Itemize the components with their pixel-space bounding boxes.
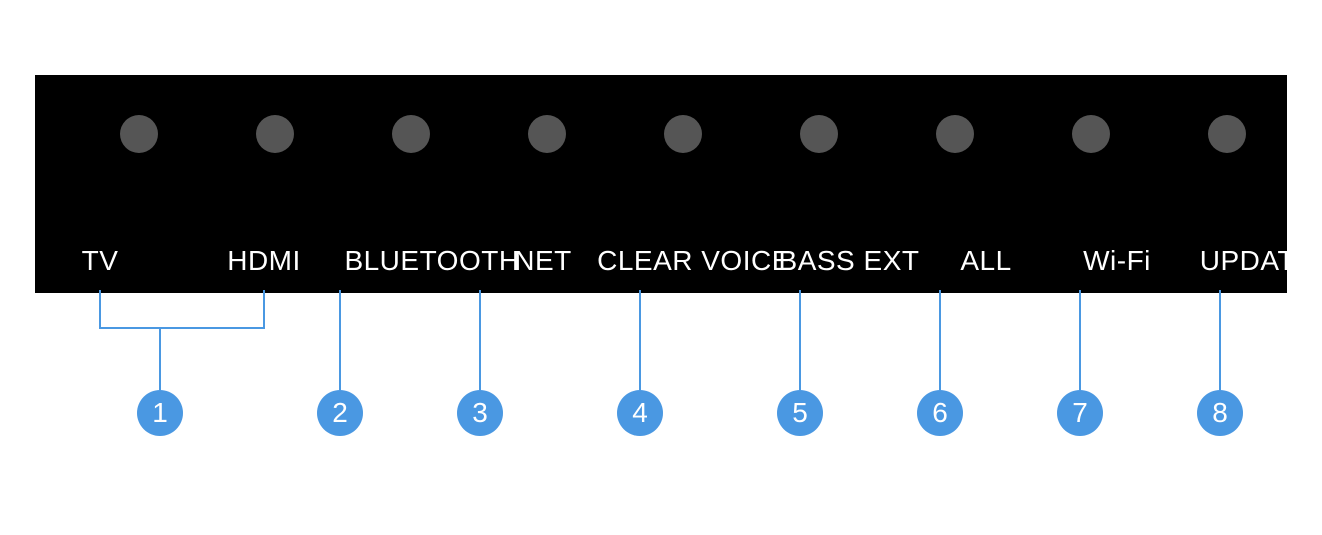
indicator-label: BASS EXT	[779, 245, 920, 277]
callout-badge: 7	[1057, 390, 1103, 436]
led-indicator	[256, 115, 294, 153]
led-indicator	[664, 115, 702, 153]
led-indicator	[120, 115, 158, 153]
indicator-label: ALL	[960, 245, 1011, 277]
led-indicator	[528, 115, 566, 153]
callout-badge: 8	[1197, 390, 1243, 436]
indicator-label: Wi-Fi	[1083, 245, 1151, 277]
callout-badge: 3	[457, 390, 503, 436]
callout-badge: 6	[917, 390, 963, 436]
indicator-label: CLEAR VOICE	[597, 245, 791, 277]
indicator-label: TV	[82, 245, 119, 277]
indicator-label: UPDATE	[1200, 245, 1315, 277]
led-indicator	[800, 115, 838, 153]
led-indicator	[936, 115, 974, 153]
led-indicator	[1208, 115, 1246, 153]
indicator-label: BLUETOOTH	[344, 245, 519, 277]
callout-badge: 5	[777, 390, 823, 436]
indicator-label: NET	[514, 245, 572, 277]
indicator-label: HDMI	[227, 245, 301, 277]
callout-badge: 2	[317, 390, 363, 436]
led-indicator	[392, 115, 430, 153]
indicator-panel: TV HDMI BLUETOOTHNET CLEAR VOICEBASS EXT ALL…	[35, 75, 1287, 293]
callout-badge: 1	[137, 390, 183, 436]
callout-badge: 4	[617, 390, 663, 436]
led-indicator	[1072, 115, 1110, 153]
